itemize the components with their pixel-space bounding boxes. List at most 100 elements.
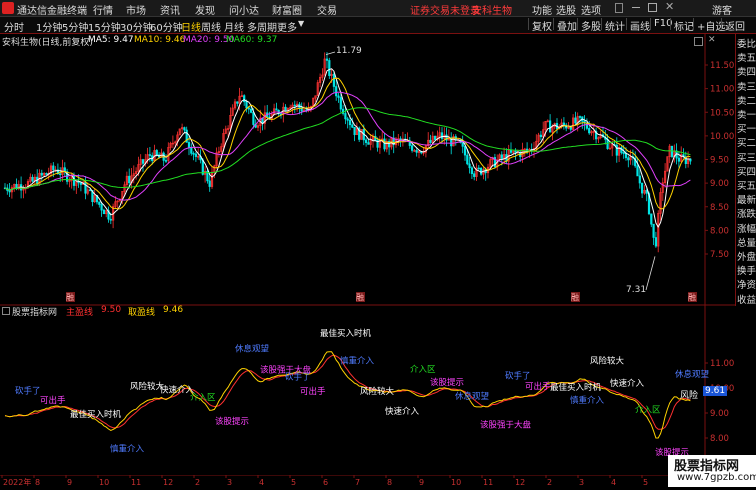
candle-body: [440, 132, 444, 139]
signal-label: 砍手了: [505, 370, 531, 381]
maximize-icon[interactable]: [648, 3, 657, 12]
indicator-title[interactable]: 股票指标网: [12, 305, 57, 318]
menu-function[interactable]: 功能: [532, 2, 552, 17]
menu-wealth[interactable]: 财富圈: [272, 2, 302, 17]
date-tick-label: 3: [579, 478, 584, 487]
high-price-label: 11.79: [336, 46, 362, 56]
quote-row-label: 买二: [737, 138, 756, 150]
btn-back[interactable]: 返回: [721, 18, 745, 33]
menu-trade[interactable]: 交易: [317, 2, 337, 17]
close-icon[interactable]: ✕: [665, 0, 674, 13]
date-tick-label: 8: [387, 478, 392, 487]
btn-mark[interactable]: 标记: [670, 18, 694, 33]
candle-body: [337, 95, 340, 98]
date-axis-svg: 2022年 8 9 10 11 12 2 3 4 5 6 7 8 9 10 11 12 2 3 4 5: [0, 474, 735, 487]
menu-options[interactable]: 选项: [581, 2, 601, 17]
period-15min[interactable]: 15分钟: [88, 19, 121, 34]
menu-select-stock[interactable]: 选股: [556, 2, 576, 17]
price-tick-label: 10.50: [710, 108, 734, 118]
menu-news[interactable]: 资讯: [160, 2, 180, 17]
signal-label: 介入区: [190, 393, 216, 403]
period-30min[interactable]: 30分钟: [120, 19, 153, 34]
menu-ask[interactable]: 问小达: [229, 2, 259, 17]
candle-body: [461, 142, 464, 147]
candle-body: [52, 165, 55, 171]
period-1min[interactable]: 1分钟: [36, 19, 62, 34]
indicator-settings-icon[interactable]: [2, 307, 10, 315]
site-watermark: 股票指标网 www.7gpzb.com: [668, 455, 756, 487]
date-axis: 2022年 8 9 10 11 12 2 3 4 5 6 7 8 9 10 11 12 2 3 4 5: [0, 474, 735, 487]
user-guest[interactable]: 游客: [712, 2, 732, 17]
candle-body: [183, 127, 186, 131]
candle-body: [250, 108, 253, 113]
period-5min[interactable]: 5分钟: [62, 19, 88, 34]
price-tick-label: 9.00: [710, 179, 729, 189]
chart-settings-icon[interactable]: [694, 37, 703, 46]
more-dropdown-icon[interactable]: ▼: [298, 19, 304, 28]
btn-draw[interactable]: 画线: [626, 18, 650, 33]
line2-name: 取盈线: [128, 308, 156, 318]
candle-body: [31, 176, 34, 182]
low-price-label: 7.31: [626, 285, 647, 295]
candle-body: [187, 142, 191, 149]
period-daily[interactable]: 日线: [181, 19, 201, 34]
ma10-label: MA10: 9.46: [134, 35, 186, 45]
btn-stats[interactable]: 统计: [601, 18, 625, 33]
candle-body: [367, 142, 370, 145]
app-name: 通达信金融终端: [17, 6, 87, 17]
period-minute[interactable]: 分时: [4, 19, 24, 34]
candle-body: [192, 153, 195, 155]
candle-body: [102, 209, 105, 215]
period-monthly[interactable]: 月线: [224, 19, 244, 34]
chart-close-icon[interactable]: ✕: [708, 35, 716, 45]
price-tick-label: 11.50: [710, 61, 734, 71]
btn-overlay[interactable]: 叠加: [553, 18, 577, 33]
btn-fq[interactable]: 复权: [528, 18, 552, 33]
candle-body: [252, 112, 255, 125]
candle-body: [654, 237, 657, 247]
candle-body: [194, 153, 198, 157]
signal-label: 慎重介入: [340, 356, 375, 367]
quote-row-label: 涨跌: [737, 209, 756, 221]
period-toolbar: 分时 1分钟 5分钟 15分钟 30分钟 60分钟 日线 周线 月线 多周期 更…: [0, 17, 756, 34]
quote-row-label: 卖二: [737, 95, 756, 107]
menu-market[interactable]: 市场: [126, 2, 146, 17]
line2-value: 9.46: [163, 305, 184, 315]
date-tick-label: 4: [611, 478, 616, 487]
candle-body: [627, 157, 630, 161]
candle-body: [155, 150, 158, 156]
candle-body: [351, 124, 354, 128]
quote-row-label: 买四: [737, 166, 756, 178]
candle-body: [473, 173, 476, 177]
signal-label: 介入区: [635, 406, 661, 416]
candle-body: [470, 167, 474, 174]
period-more[interactable]: 更多: [277, 19, 297, 34]
candle-body: [109, 218, 112, 221]
candle-body: [624, 153, 628, 159]
candle-body: [79, 182, 82, 185]
candle-body: [415, 150, 418, 153]
period-weekly[interactable]: 周线: [201, 19, 221, 34]
login-notice[interactable]: 证券交易未登录: [410, 2, 480, 17]
period-60min[interactable]: 60分钟: [150, 19, 183, 34]
candle-body: [346, 118, 349, 121]
indicator-chart[interactable]: 11.0010.009.008.00砍手了可出手最佳买入时机慎重介入风险较大快速…: [0, 305, 735, 475]
kline-chart[interactable]: 11.50 11.00 10.50 10.00 9.50 9.00 8.50 8.00 7.50…: [0, 34, 735, 306]
period-multi[interactable]: 多周期: [247, 19, 277, 34]
date-tick-label: 10: [99, 478, 109, 487]
candle-body: [578, 116, 582, 118]
menu-quotes[interactable]: 行情: [93, 2, 113, 17]
signal-label: 砍手了: [15, 386, 41, 397]
window-restore-icon[interactable]: [615, 3, 623, 13]
candle-body: [8, 190, 11, 193]
candle-body: [383, 138, 386, 150]
candle-body: [466, 154, 469, 165]
title-bar: 通达信金融终端 行情 市场 资讯 发现 问小达 财富圈 交易 证券交易未登录 安…: [0, 0, 756, 17]
signal-label: 该股提示: [215, 416, 249, 427]
minimize-icon[interactable]: [632, 7, 640, 8]
menu-discover[interactable]: 发现: [195, 2, 215, 17]
quote-row-label: 换手: [737, 266, 756, 278]
line1-name: 主盈线: [66, 308, 94, 318]
btn-multi-stock[interactable]: 多股: [577, 18, 601, 33]
candle-body: [245, 101, 248, 109]
